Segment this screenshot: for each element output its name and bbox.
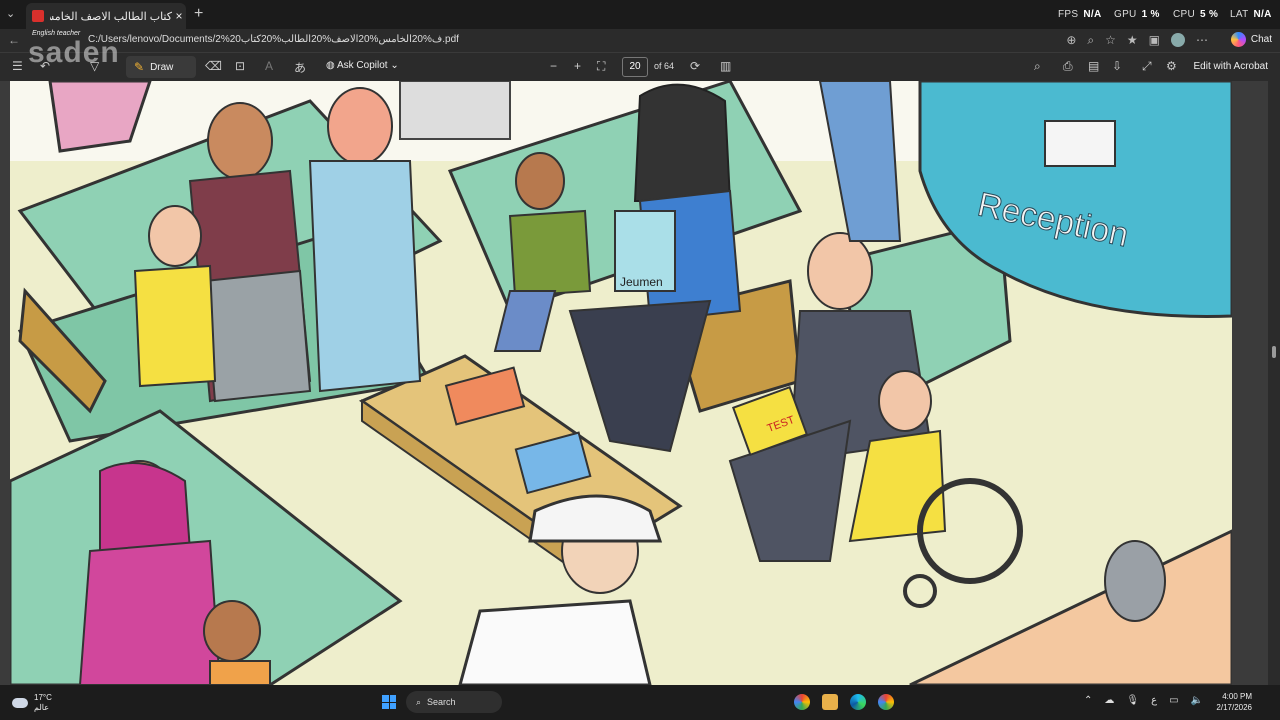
save-icon[interactable]: ▤ bbox=[1088, 59, 1099, 73]
fit-page-icon[interactable]: ⛶ bbox=[597, 59, 605, 74]
translate-text-icon[interactable]: あ bbox=[294, 59, 306, 76]
language-indicator[interactable]: ع bbox=[1151, 695, 1157, 706]
profile-avatar[interactable] bbox=[1171, 33, 1185, 47]
save-as-icon[interactable]: ⇩ bbox=[1112, 59, 1122, 73]
address-bar: ← C:/Users/lenovo/Documents/2%20ف%20الخا… bbox=[0, 29, 1280, 52]
text-box-icon[interactable]: ⊡ bbox=[235, 59, 245, 73]
file-explorer-icon[interactable] bbox=[822, 694, 838, 710]
pdf-toolbar: ☰ ↶ ▽ ✎ Draw ⌫ ⊡ A あ ◍ Ask Copilot ⌄ − +… bbox=[0, 52, 1280, 81]
collections-icon[interactable]: ▣ bbox=[1149, 33, 1160, 48]
edit-with-acrobat-button[interactable]: Edit with Acrobat bbox=[1194, 61, 1268, 72]
fps-readout: FPS N/A bbox=[1058, 9, 1102, 20]
weather-widget[interactable]: 17°C عالم bbox=[12, 693, 52, 713]
chevron-down-icon: ⌄ bbox=[390, 60, 399, 71]
ask-copilot-button[interactable]: ◍ Ask Copilot ⌄ bbox=[326, 60, 399, 71]
more-menu-icon[interactable]: ⋯ bbox=[1196, 33, 1208, 48]
cloud-icon bbox=[12, 698, 28, 708]
network-icon[interactable]: ▭ bbox=[1169, 695, 1178, 706]
favorite-star-icon[interactable]: ☆ bbox=[1105, 33, 1116, 48]
pdf-file-icon bbox=[32, 10, 44, 22]
url-field[interactable]: C:/Users/lenovo/Documents/2%20ف%20الخامس… bbox=[88, 34, 459, 45]
copilot-mini-icon: ◍ bbox=[326, 60, 335, 71]
tab-bar: ⌄ كتاب الطالب الاصف الخامس ف2...* × + FP… bbox=[0, 0, 1280, 29]
search-icon[interactable]: ⌕ bbox=[1034, 59, 1041, 74]
cpu-readout: CPU 5 % bbox=[1173, 9, 1219, 20]
weather-text: عالم bbox=[34, 703, 49, 712]
new-tab-button[interactable]: + bbox=[194, 5, 203, 23]
watermark-logo: English teacher saden bbox=[28, 30, 138, 76]
copilot-icon bbox=[1230, 32, 1246, 47]
settings-gear-icon[interactable]: ⚙ bbox=[1166, 59, 1177, 73]
taskbar-search[interactable]: ⌕ Search bbox=[406, 691, 502, 713]
pdf-viewer: Reception Jeumen TEST bbox=[0, 81, 1280, 685]
page-view-icon[interactable]: ▥ bbox=[720, 59, 731, 73]
pinned-apps bbox=[794, 694, 894, 710]
tab-pdf[interactable]: كتاب الطالب الاصف الخامس ف2...* × bbox=[26, 3, 186, 29]
read-aloud-icon[interactable]: A bbox=[265, 59, 273, 73]
clock-date: 2/17/2026 bbox=[1216, 703, 1252, 712]
volume-icon[interactable]: 🔈 bbox=[1191, 695, 1203, 706]
eraser-icon[interactable]: ⌫ bbox=[205, 59, 222, 73]
tab-list-button[interactable]: ⌄ bbox=[6, 7, 15, 20]
temperature: 17°C bbox=[34, 693, 52, 702]
koala-toy bbox=[1104, 540, 1166, 622]
favorites-icon[interactable]: ★ bbox=[1127, 33, 1138, 48]
ask-copilot-label: Ask Copilot bbox=[336, 60, 388, 71]
watermark-name: saden bbox=[28, 36, 120, 69]
waiting-room-illustration: Reception Jeumen TEST bbox=[10, 81, 1232, 685]
search-label: Search bbox=[427, 697, 456, 707]
tab-title: كتاب الطالب الاصف الخامس ف2...* bbox=[50, 10, 172, 23]
zoom-icon[interactable]: ⌕ bbox=[1087, 33, 1094, 48]
translate-icon[interactable]: ⊕ bbox=[1066, 33, 1076, 48]
search-icon: ⌕ bbox=[416, 696, 422, 707]
print-icon[interactable]: ⎙ bbox=[1063, 59, 1073, 74]
magazine-title: Jeumen bbox=[620, 275, 663, 289]
mic-icon[interactable]: 🎙 bbox=[1126, 695, 1139, 706]
contents-icon[interactable]: ☰ bbox=[12, 59, 23, 73]
zoom-out-button[interactable]: − bbox=[550, 59, 557, 73]
pdf-page: Reception Jeumen TEST bbox=[10, 81, 1232, 685]
vertical-scrollbar[interactable] bbox=[1268, 81, 1280, 685]
chevron-up-icon[interactable]: ⌃ bbox=[1084, 695, 1092, 706]
system-tray: ⌃ ☁ 🎙 ع ▭ 🔈 bbox=[1084, 695, 1203, 706]
edge-icon[interactable] bbox=[850, 694, 866, 710]
zoom-in-button[interactable]: + bbox=[574, 59, 581, 73]
windows-start-icon[interactable] bbox=[382, 695, 396, 709]
back-arrow-icon[interactable]: ← bbox=[8, 33, 20, 47]
clock[interactable]: 4:00 PM 2/17/2026 bbox=[1216, 691, 1252, 713]
clock-time: 4:00 PM bbox=[1222, 692, 1252, 701]
windows-taskbar: 17°C عالم ⌕ Search ⌃ ☁ 🎙 ع ▭ 🔈 4:00 PM 2… bbox=[0, 685, 1280, 720]
copilot-chat-button[interactable]: Chat bbox=[1230, 32, 1272, 47]
scrollbar-thumb[interactable] bbox=[1272, 346, 1276, 358]
radiator bbox=[399, 81, 511, 140]
chrome-icon[interactable] bbox=[794, 694, 810, 710]
lat-readout: LAT N/A bbox=[1230, 9, 1272, 20]
fullscreen-icon[interactable]: ⤢ bbox=[1142, 59, 1152, 74]
chrome-profile-icon[interactable] bbox=[878, 694, 894, 710]
gpu-readout: GPU 1 % bbox=[1114, 9, 1160, 20]
draw-label: Draw bbox=[150, 61, 174, 73]
close-tab-icon[interactable]: × bbox=[172, 9, 186, 23]
chat-label: Chat bbox=[1250, 34, 1272, 45]
address-icons: ⊕ ⌕ ☆ ★ ▣ ⋯ bbox=[1066, 33, 1208, 48]
page-count: of 64 bbox=[654, 61, 675, 71]
onedrive-icon[interactable]: ☁ bbox=[1104, 695, 1114, 706]
desk-paper-tray bbox=[1044, 120, 1116, 167]
rotate-icon[interactable]: ⟳ bbox=[690, 59, 700, 73]
page-number-input[interactable]: 20 bbox=[622, 57, 648, 77]
